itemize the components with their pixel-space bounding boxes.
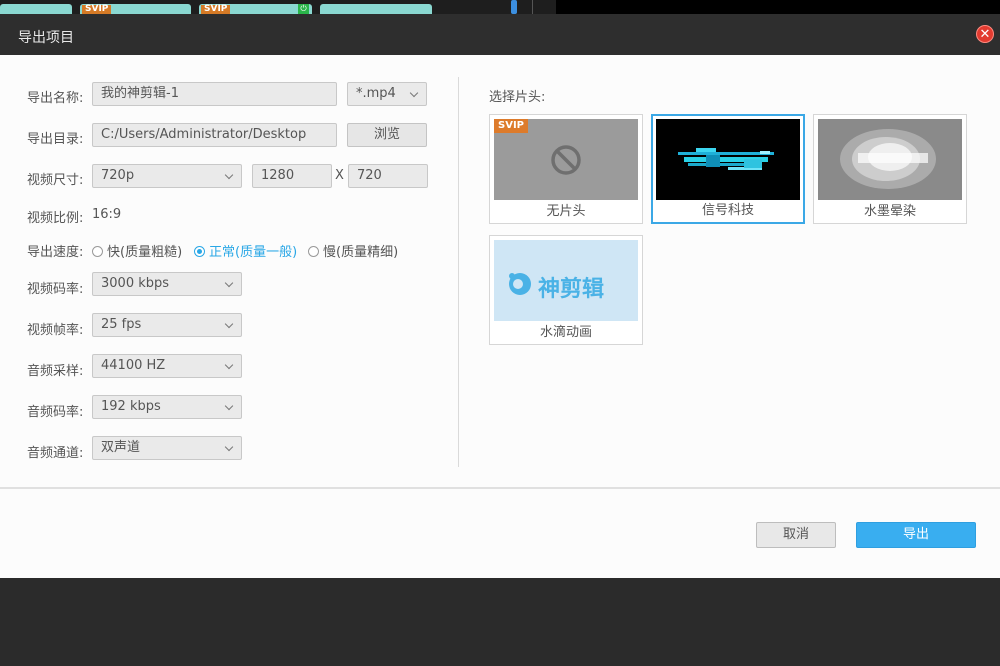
format-value: *.mp4 (356, 86, 396, 101)
dialog-body: 导出名称: 我的神剪辑-1 *.mp4 导出目录: C:/Users/Admin… (0, 55, 1000, 578)
name-label: 导出名称: (27, 91, 84, 106)
speed-radio-normal[interactable]: 正常(质量一般) (194, 241, 297, 260)
vip-tag: SVIP (201, 5, 231, 14)
bitrate-select[interactable]: 3000 kbps (92, 272, 242, 296)
intro-card-ink[interactable]: 水墨晕染 (813, 114, 967, 224)
channel-label: 音频通道: (27, 446, 84, 461)
intro-card-drop[interactable]: 神剪辑 水滴动画 (489, 235, 643, 345)
bitrate-value: 3000 kbps (101, 276, 170, 291)
dir-input[interactable]: C:/Users/Administrator/Desktop (92, 123, 337, 147)
audio-bitrate-value: 192 kbps (101, 399, 161, 414)
timeline-strip: SVIP SVIP ⏻ (0, 0, 1000, 14)
cancel-button[interactable]: 取消 (756, 522, 836, 548)
intro-thumbnail: 神剪辑 (494, 240, 638, 321)
dialog-title: 导出项目 (18, 30, 74, 46)
intro-thumbnail (656, 119, 800, 200)
intro-caption: 无片头 (546, 204, 586, 219)
speed-option-label: 慢(质量精细) (323, 245, 399, 260)
timeline-clip (320, 4, 432, 14)
dir-label: 导出目录: (27, 132, 84, 147)
glitch-logo-image (678, 148, 774, 170)
samplerate-select[interactable]: 44100 HZ (92, 354, 242, 378)
x-separator: X (335, 168, 344, 183)
fps-label: 视频帧率: (27, 323, 84, 338)
column-divider (458, 77, 459, 467)
name-input[interactable]: 我的神剪辑-1 (92, 82, 337, 106)
svip-badge: SVIP (494, 119, 528, 133)
format-select[interactable]: *.mp4 (347, 82, 427, 106)
radio-icon (92, 246, 103, 257)
size-value: 720p (101, 168, 135, 183)
divider (532, 0, 533, 14)
speed-radio-fast[interactable]: 快(质量粗糙) (92, 241, 182, 260)
intro-label: 选择片头: (489, 90, 546, 105)
browse-button[interactable]: 浏览 (347, 123, 427, 147)
radio-selected-icon (194, 246, 205, 257)
power-icon: ⏻ (298, 4, 309, 14)
height-input[interactable]: 720 (348, 164, 428, 188)
radio-icon (308, 246, 319, 257)
speed-option-label: 快(质量粗糙) (107, 245, 183, 260)
width-input[interactable]: 1280 (252, 164, 332, 188)
background-area (0, 578, 1000, 666)
vip-tag: SVIP (82, 5, 112, 14)
speed-label: 导出速度: (27, 245, 84, 260)
dialog-titlebar: 导出项目 ✕ (0, 14, 1000, 55)
speed-radio-slow[interactable]: 慢(质量精细) (308, 241, 398, 260)
size-label: 视频尺寸: (27, 173, 84, 188)
ratio-label: 视频比例: (27, 211, 84, 226)
bitrate-label: 视频码率: (27, 282, 84, 297)
intro-caption: 信号科技 (701, 203, 754, 218)
samplerate-label: 音频采样: (27, 364, 84, 379)
playhead-handle[interactable] (511, 0, 517, 14)
fps-value: 25 fps (101, 317, 142, 332)
logo-text: 神剪辑 (538, 277, 605, 302)
footer-divider (0, 487, 1000, 489)
close-icon[interactable]: ✕ (976, 25, 994, 43)
intro-thumbnail: SVIP (494, 119, 638, 200)
intro-thumbnail (818, 119, 962, 200)
size-select[interactable]: 720p (92, 164, 242, 188)
audio-bitrate-select[interactable]: 192 kbps (92, 395, 242, 419)
export-button[interactable]: 导出 (856, 522, 976, 548)
speed-option-label: 正常(质量一般) (209, 245, 298, 260)
channel-select[interactable]: 双声道 (92, 436, 242, 460)
channel-value: 双声道 (101, 440, 141, 455)
intro-caption: 水滴动画 (539, 325, 592, 340)
preview-area (556, 0, 1000, 14)
intro-caption: 水墨晕染 (863, 204, 916, 219)
ratio-value: 16:9 (92, 207, 122, 222)
intro-card-none[interactable]: SVIP 无片头 (489, 114, 643, 224)
samplerate-value: 44100 HZ (101, 358, 166, 373)
audio-bitrate-label: 音频码率: (27, 405, 84, 420)
fps-select[interactable]: 25 fps (92, 313, 242, 337)
timeline-clip (0, 4, 72, 14)
intro-card-signal[interactable]: 信号科技 (651, 114, 805, 224)
ink-logo-image (840, 129, 936, 189)
